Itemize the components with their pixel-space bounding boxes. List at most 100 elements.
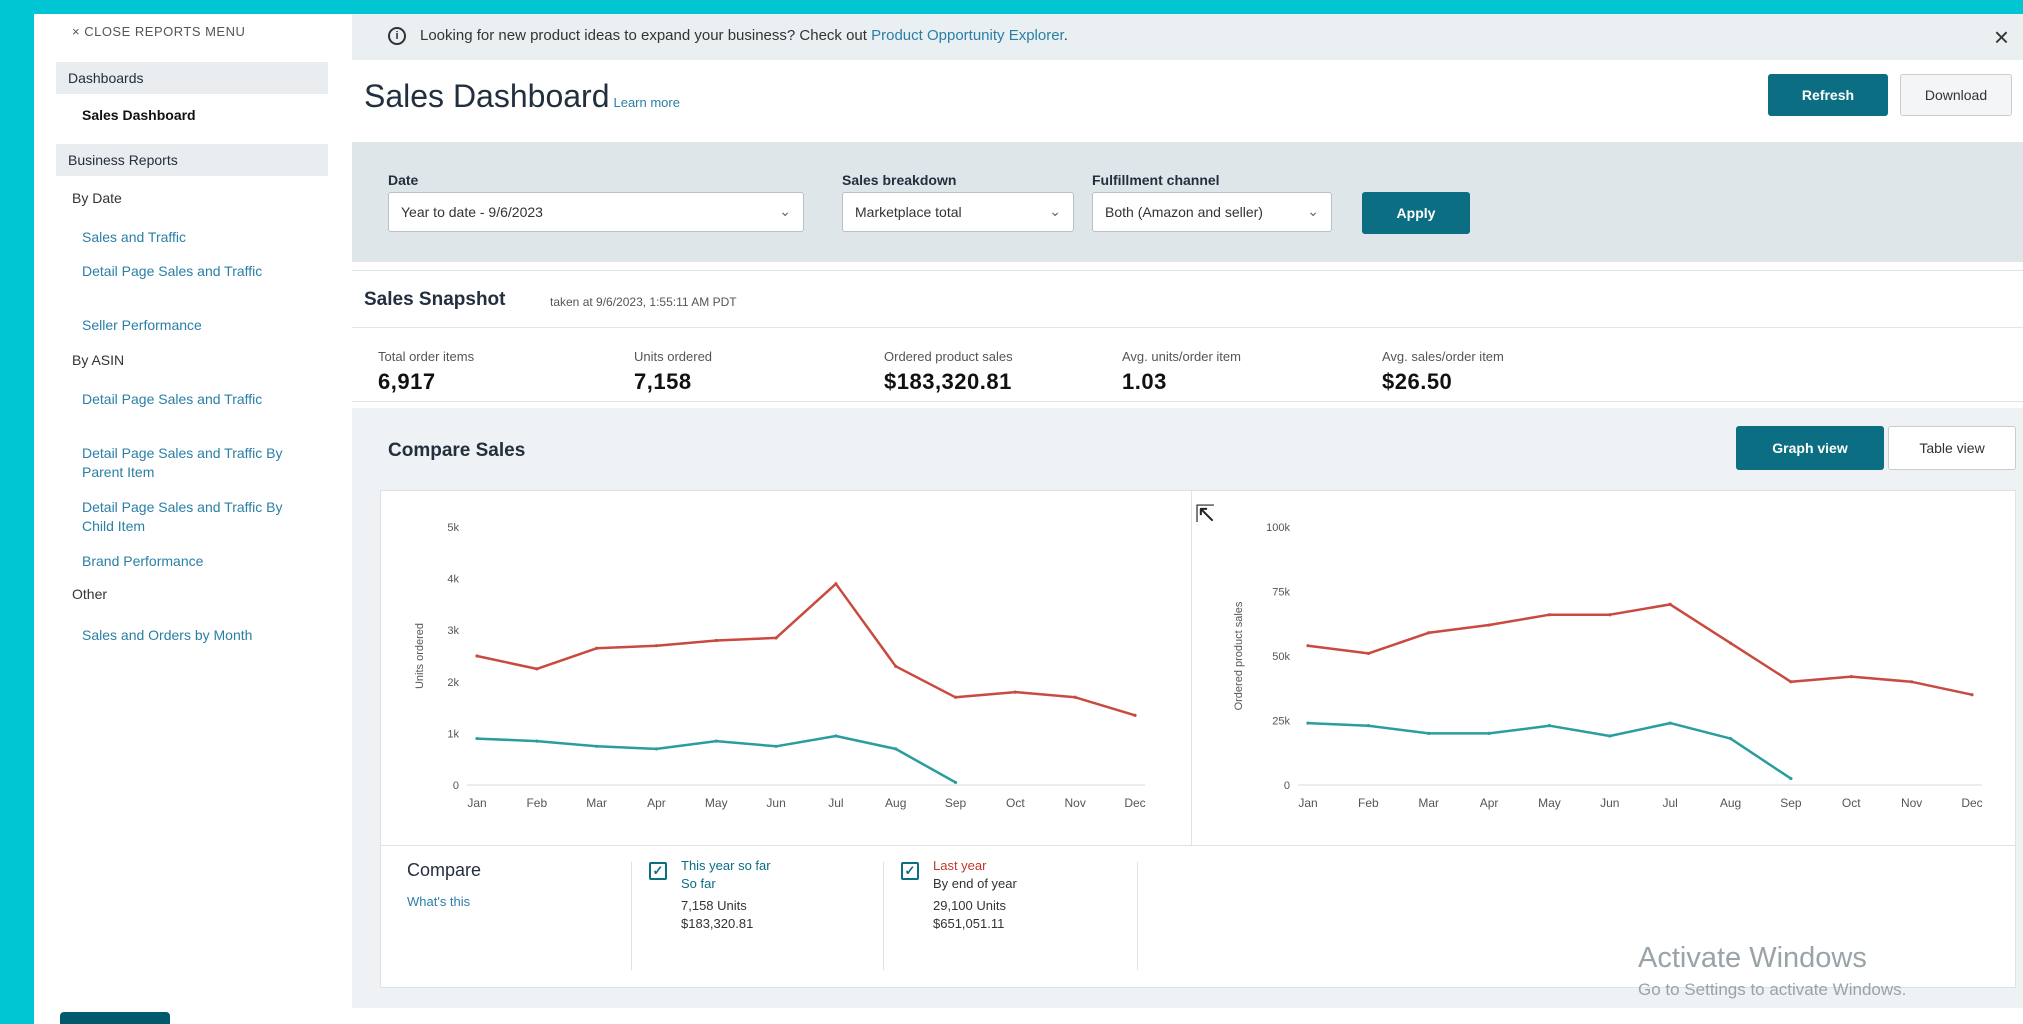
x-tick-label: Sep [945, 796, 967, 810]
graph-view-button[interactable]: Graph view [1736, 426, 1884, 470]
sidebar-item-sales-dashboard[interactable]: Sales Dashboard [82, 106, 302, 125]
sidebar-item-brand-performance[interactable]: Brand Performance [82, 552, 302, 571]
whats-this-link[interactable]: What's this [407, 894, 470, 909]
sidebar-item-detail-page-child[interactable]: Detail Page Sales and Traffic By Child I… [82, 498, 302, 536]
banner-message: Looking for new product ideas to expand … [420, 27, 872, 44]
chevron-down-icon: ⌄ [1049, 203, 1061, 219]
last-year-sales: $651,051.11 [933, 916, 1005, 931]
data-point [1789, 776, 1793, 781]
chevron-down-icon: ⌄ [779, 203, 791, 219]
x-tick-label: Mar [1418, 796, 1439, 810]
info-banner: i Looking for new product ideas to expan… [352, 14, 2023, 60]
metric-label-ordered-product-sales: Ordered product sales [884, 349, 1013, 364]
y-tick-label: 3k [447, 625, 459, 637]
data-point [1487, 623, 1491, 627]
date-filter-label: Date [388, 172, 419, 188]
legend-divider [1137, 862, 1138, 970]
sidebar-item-detail-page-parent[interactable]: Detail Page Sales and Traffic By Parent … [82, 444, 302, 482]
x-tick-label: Jun [1600, 796, 1619, 810]
x-tick-label: Mar [586, 796, 607, 810]
sidebar-item-detail-page-sales-traffic-asin[interactable]: Detail Page Sales and Traffic [82, 390, 302, 409]
x-tick-label: Jul [1663, 796, 1678, 810]
metric-value-units-ordered: 7,158 [634, 369, 692, 394]
download-button[interactable]: Download [1900, 74, 2012, 116]
sidebar-group-by-date: By Date [72, 190, 122, 206]
refresh-button[interactable]: Refresh [1768, 74, 1888, 116]
page-title: Sales Dashboard [364, 78, 610, 114]
data-point [1728, 641, 1733, 645]
sales-breakdown-select[interactable]: Marketplace total ⌄ [842, 192, 1074, 232]
x-tick-label: May [1538, 796, 1561, 810]
compare-sales-title: Compare Sales [388, 440, 526, 461]
close-reports-menu-link[interactable]: × CLOSE REPORTS MENU [72, 24, 245, 39]
y-tick-label: 0 [1284, 780, 1290, 792]
data-point [1427, 631, 1431, 635]
data-point [1073, 695, 1077, 699]
table-view-button[interactable]: Table view [1888, 426, 2016, 470]
y-tick-label: 100k [1266, 522, 1290, 534]
apply-button[interactable]: Apply [1362, 192, 1470, 234]
x-tick-label: Oct [1006, 796, 1025, 810]
last-year-label: Last year [933, 858, 987, 873]
snapshot-timestamp: taken at 9/6/2023, 1:55:11 AM PDT [550, 295, 737, 309]
activate-windows-subtext: Go to Settings to activate Windows. [1638, 980, 1907, 999]
data-point [1668, 602, 1672, 606]
x-tick-label: Jan [1298, 796, 1317, 810]
last-year-sub: By end of year [933, 876, 1017, 891]
data-point [1427, 731, 1431, 735]
data-point [475, 654, 479, 658]
sales-breakdown-value: Marketplace total [855, 204, 962, 220]
data-point [953, 780, 958, 785]
sidebar-item-sales-orders-month[interactable]: Sales and Orders by Month [82, 626, 302, 645]
app-frame: × CLOSE REPORTS MENU Dashboards Sales Da… [34, 14, 2023, 1024]
last-year-checkbox[interactable]: ✓ [901, 862, 919, 880]
series-line [476, 734, 957, 784]
data-point [714, 739, 718, 743]
x-tick-label: Feb [526, 796, 547, 810]
x-tick-label: May [705, 796, 728, 810]
product-opportunity-explorer-link[interactable]: Product Opportunity Explorer [871, 27, 1064, 44]
this-year-label: This year so far [681, 858, 771, 873]
data-point [1306, 644, 1310, 648]
y-tick-label: 4k [447, 574, 459, 586]
x-tick-label: Apr [1480, 796, 1499, 810]
x-tick-label: Aug [1720, 796, 1741, 810]
fulfillment-channel-select[interactable]: Both (Amazon and seller) ⌄ [1092, 192, 1332, 232]
date-select[interactable]: Year to date - 9/6/2023 ⌄ [388, 192, 804, 232]
sales-snapshot-title: Sales Snapshot [364, 289, 506, 310]
reports-sidebar: × CLOSE REPORTS MENU Dashboards Sales Da… [34, 14, 334, 1024]
metric-value-avg-units: 1.03 [1122, 369, 1167, 394]
sidebar-bottom-button[interactable] [60, 1012, 170, 1024]
sales-breakdown-label: Sales breakdown [842, 172, 957, 188]
banner-text: Looking for new product ideas to expand … [420, 27, 1068, 44]
sidebar-item-sales-and-traffic[interactable]: Sales and Traffic [82, 228, 302, 247]
metric-value-ordered-product-sales: $183,320.81 [884, 369, 1012, 394]
sidebar-group-other: Other [72, 586, 108, 602]
learn-more-link[interactable]: Learn more [613, 95, 679, 110]
this-year-checkbox[interactable]: ✓ [649, 862, 667, 880]
data-point [1133, 713, 1137, 717]
x-tick-label: Sep [1780, 796, 1802, 810]
data-point [1487, 731, 1491, 735]
data-point [894, 664, 898, 668]
sidebar-section-business-reports[interactable]: Business Reports [56, 144, 328, 176]
charts-container: 0 1k 2k 3k 4k 5k Jan Feb Mar Apr May Jun Jul Aug Sep Oc… [380, 490, 2016, 846]
snapshot-divider [352, 327, 2023, 328]
close-icon[interactable]: × [1994, 22, 2009, 53]
data-point [1849, 675, 1853, 679]
y-axis-label: Units ordered [414, 623, 426, 689]
ordered-product-sales-chart: 0 25k 50k 75k 100k Jan Feb Mar Apr May Jun Jul Aug Se… [1233, 522, 1983, 810]
metric-label-avg-units: Avg. units/order item [1122, 349, 1241, 364]
page-title-row: Sales Dashboard Learn more [364, 78, 680, 115]
x-tick-label: Dec [1124, 796, 1145, 810]
chevron-down-icon: ⌄ [1307, 203, 1319, 219]
sidebar-item-seller-performance[interactable]: Seller Performance [82, 316, 302, 335]
sidebar-section-dashboards[interactable]: Dashboards [56, 62, 328, 94]
series-line [476, 582, 1136, 717]
data-point [1910, 680, 1914, 684]
sidebar-item-detail-page-sales-traffic-date[interactable]: Detail Page Sales and Traffic [82, 262, 302, 281]
fulfillment-channel-label: Fulfillment channel [1092, 172, 1220, 188]
data-point [1608, 734, 1612, 738]
y-tick-label: 50k [1272, 651, 1290, 663]
banner-link-suffix: . [1063, 27, 1068, 44]
